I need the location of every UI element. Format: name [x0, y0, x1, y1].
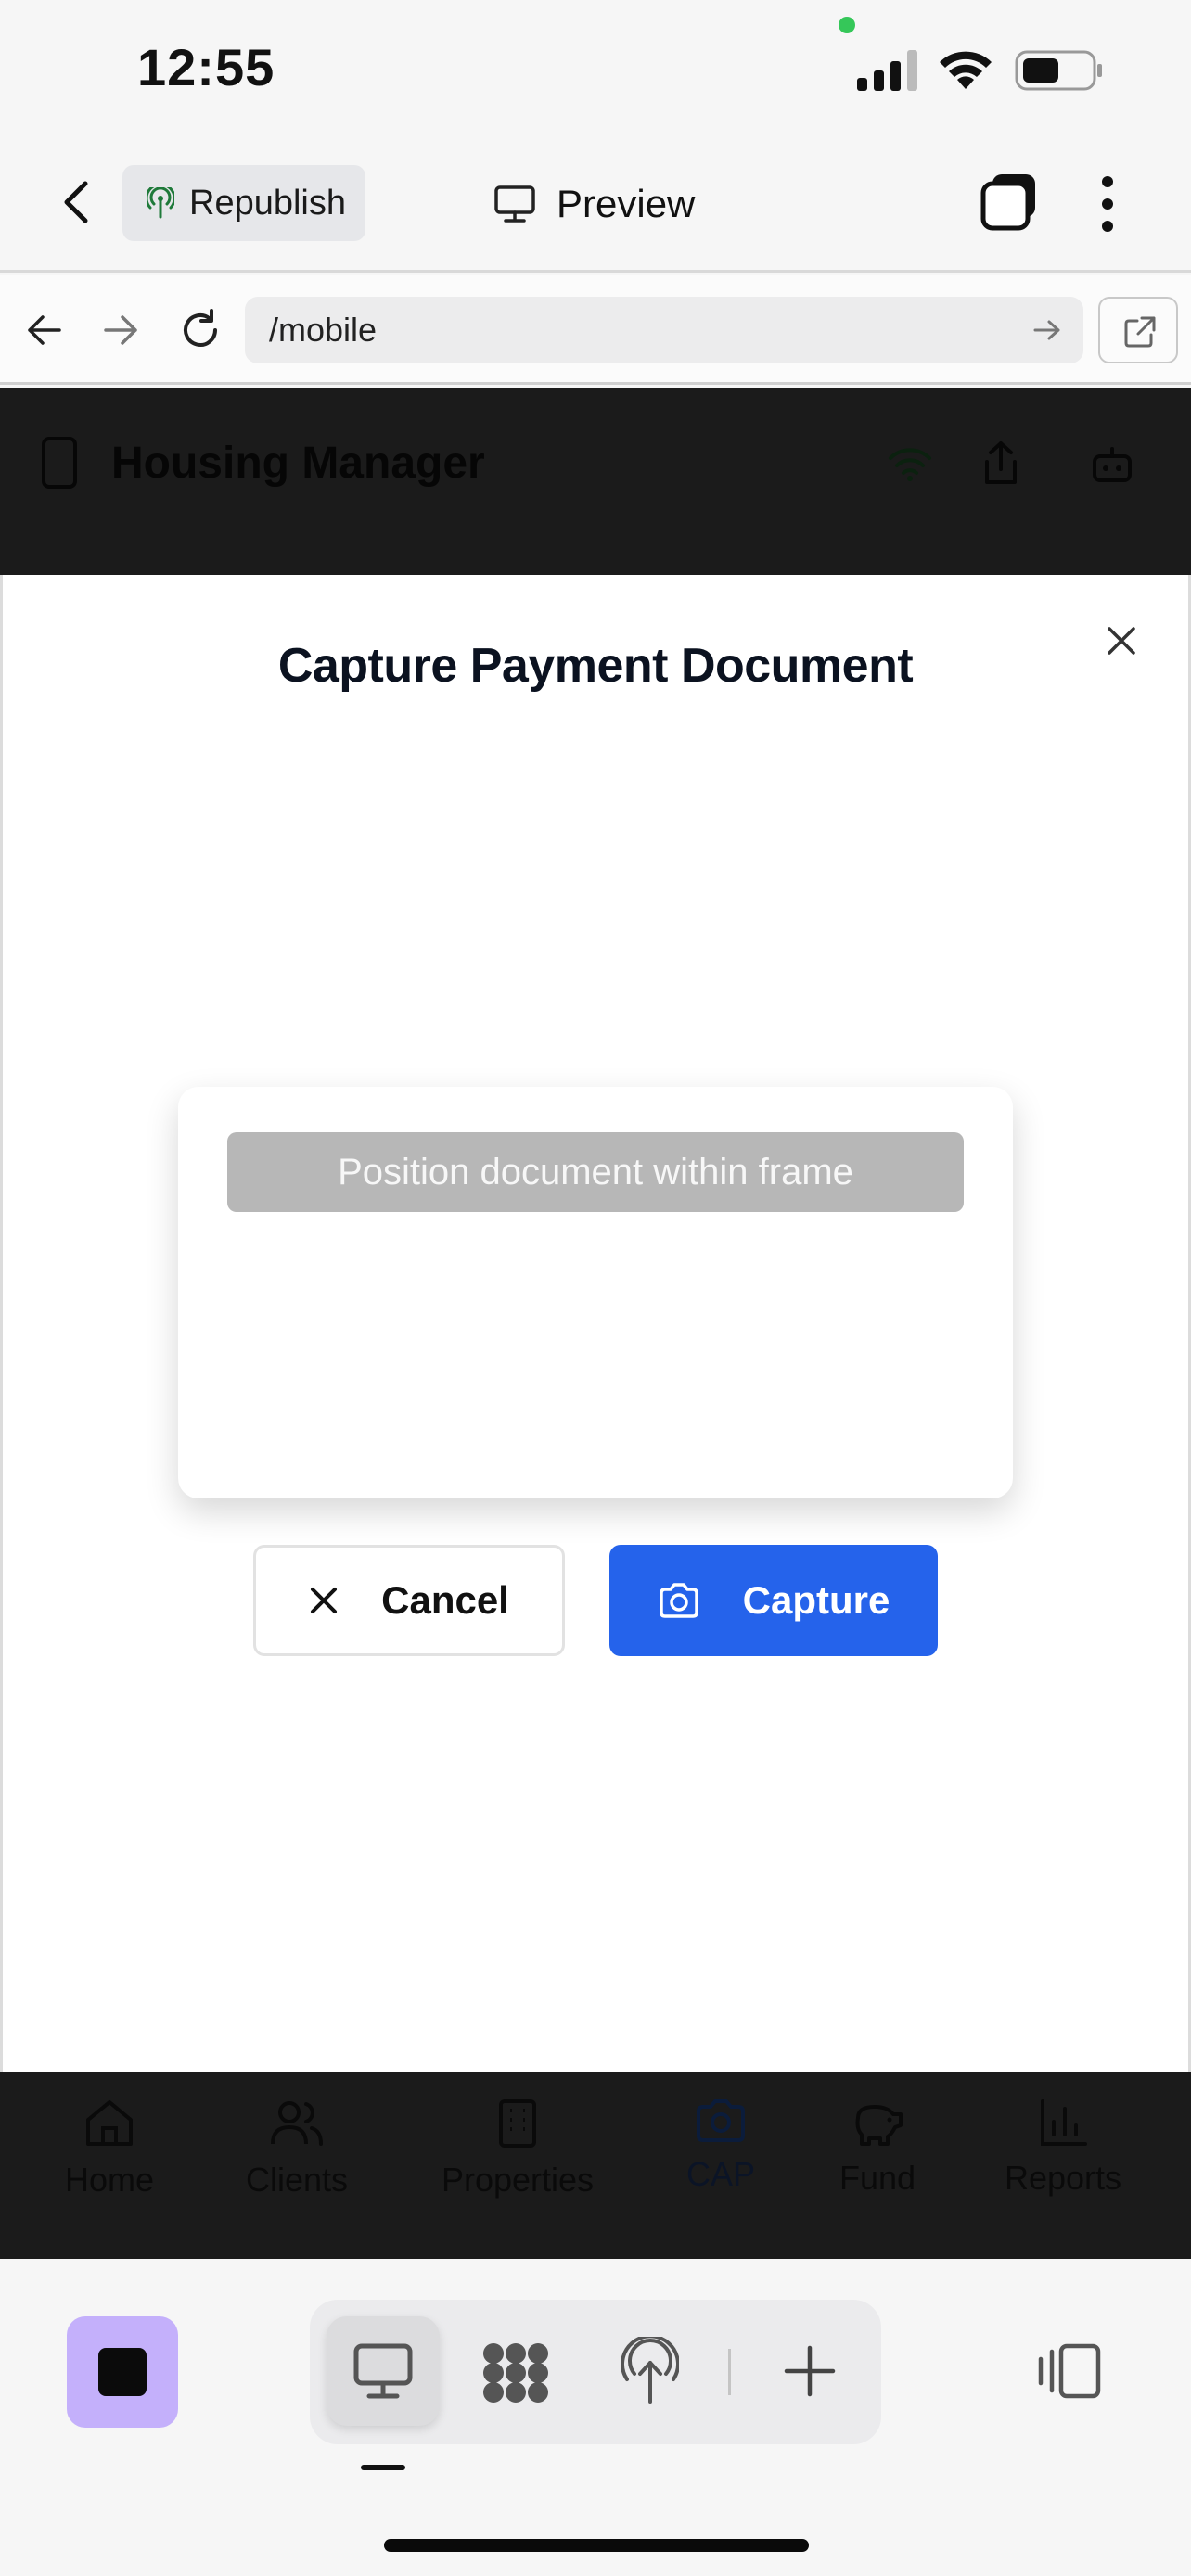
bot-icon[interactable]	[1091, 445, 1133, 484]
tab-properties[interactable]: Properties	[425, 2098, 610, 2200]
url-input[interactable]: /mobile	[245, 297, 1083, 363]
browser-forward-icon[interactable]	[102, 312, 139, 349]
status-time: 12:55	[137, 38, 275, 96]
capture-label: Capture	[742, 1578, 890, 1622]
tablet-icon	[41, 436, 78, 490]
wifi-icon	[937, 48, 994, 91]
app-title: Housing Manager	[111, 439, 485, 488]
tab-home-label: Home	[64, 2161, 155, 2199]
tab-clients[interactable]: Clients	[204, 2098, 390, 2200]
toolbar-divider	[728, 2349, 731, 2395]
tabs-switcher-icon[interactable]	[980, 172, 1039, 232]
tab-fund-label: Fund	[839, 2159, 916, 2197]
active-view-underline	[361, 2465, 405, 2470]
back-chevron-icon[interactable]	[61, 180, 89, 224]
cancel-button[interactable]: Cancel	[253, 1545, 565, 1656]
stop-app-button[interactable]	[67, 2316, 178, 2428]
camera-tab-icon	[694, 2098, 748, 2144]
home-indicator	[384, 2539, 809, 2552]
cancel-label: Cancel	[381, 1578, 509, 1622]
home-icon	[83, 2098, 136, 2149]
share-icon[interactable]	[981, 440, 1020, 486]
tab-reports[interactable]: Reports	[970, 2098, 1156, 2198]
battery-icon	[1015, 50, 1104, 91]
bar-chart-icon	[1039, 2098, 1087, 2148]
integrations-icon[interactable]	[480, 2340, 551, 2405]
browser-back-icon[interactable]	[26, 312, 63, 349]
preview-button[interactable]: Preview	[493, 176, 695, 232]
preview-label: Preview	[557, 182, 696, 225]
desktop-view-icon[interactable]	[352, 2342, 414, 2402]
tab-fund[interactable]: Fund	[785, 2098, 970, 2198]
close-icon[interactable]	[1106, 625, 1137, 657]
building-icon	[495, 2098, 540, 2149]
open-external-button[interactable]	[1098, 297, 1178, 363]
users-icon	[269, 2098, 325, 2149]
more-options-icon[interactable]	[1098, 174, 1117, 234]
republish-button[interactable]: Republish	[122, 165, 365, 241]
republish-antenna-icon	[147, 187, 174, 219]
modal-title: Capture Payment Document	[277, 639, 914, 693]
tab-cap-label: CAP	[685, 2155, 756, 2193]
deploy-antenna-icon[interactable]	[621, 2337, 679, 2405]
cellular-signal-icon	[857, 50, 918, 91]
device-layout-icon[interactable]	[1037, 2342, 1102, 2400]
tab-properties-label: Properties	[441, 2161, 595, 2199]
url-text: /mobile	[269, 311, 378, 349]
go-arrow-icon[interactable]	[1033, 319, 1061, 341]
piggy-bank-icon	[849, 2098, 906, 2148]
tab-clients-label: Clients	[245, 2161, 349, 2199]
monitor-icon	[493, 185, 536, 223]
capture-button[interactable]: Capture	[609, 1545, 938, 1656]
republish-label: Republish	[189, 183, 346, 223]
reload-icon[interactable]	[178, 308, 223, 352]
tab-reports-label: Reports	[1004, 2159, 1122, 2197]
stop-square-icon	[98, 2348, 147, 2396]
add-icon[interactable]	[783, 2344, 837, 2398]
external-link-icon	[1123, 315, 1157, 349]
wifi-status-icon	[887, 445, 933, 482]
camera-icon	[658, 1582, 700, 1619]
camera-in-use-indicator	[839, 17, 855, 33]
frame-hint: Position document within frame	[227, 1132, 964, 1212]
tab-home[interactable]: Home	[17, 2098, 202, 2200]
x-icon	[309, 1586, 339, 1615]
